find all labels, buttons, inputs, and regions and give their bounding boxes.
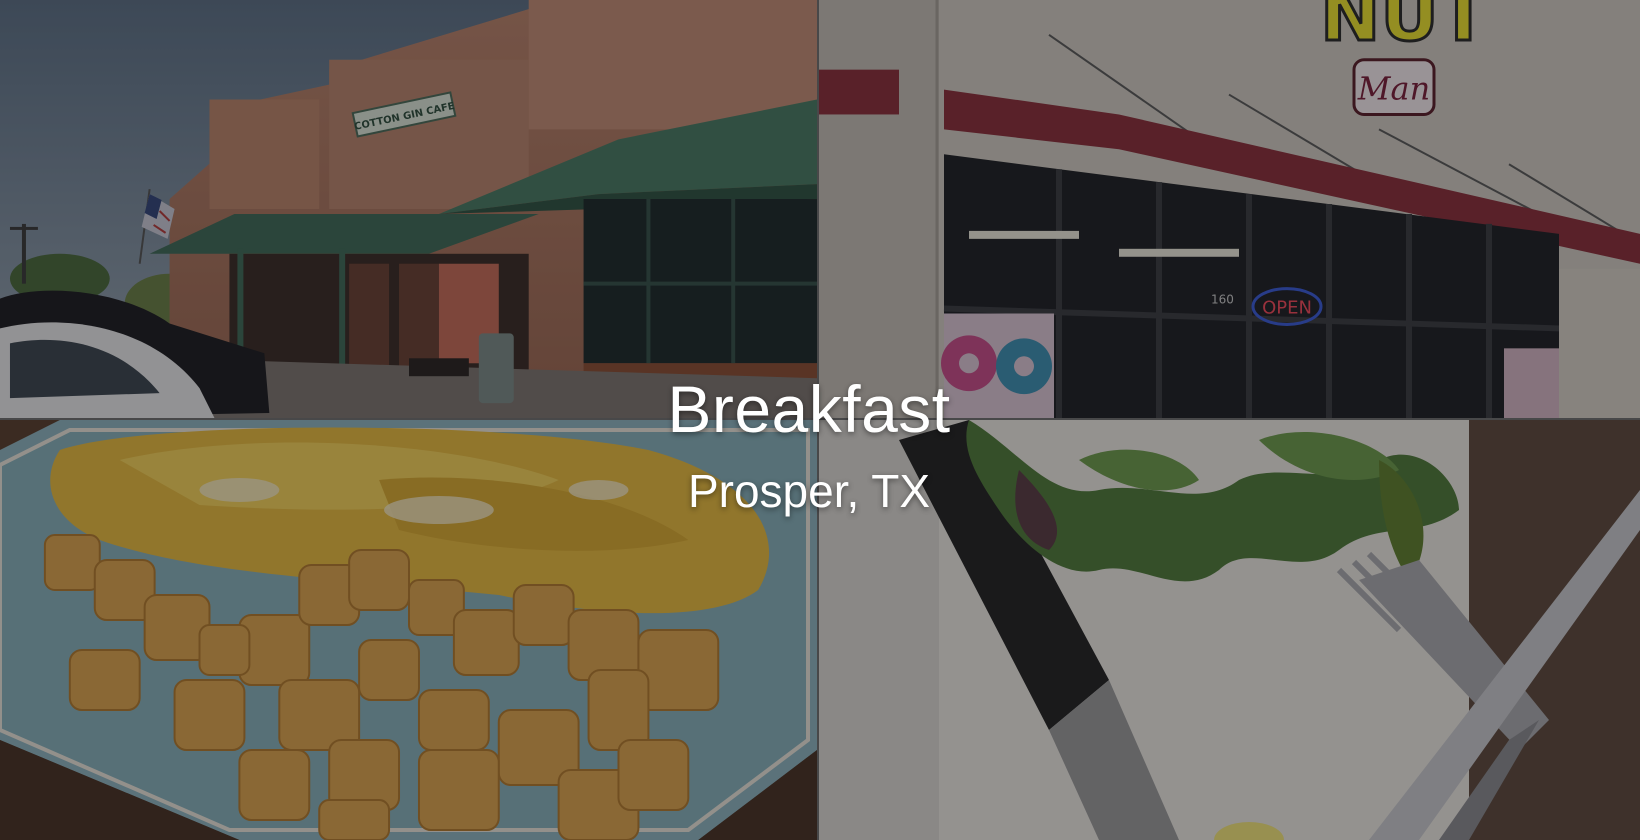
hero-title: Breakfast — [667, 372, 951, 446]
hero-subtitle: Prosper, TX — [687, 465, 931, 517]
hero-caption: Breakfast Prosper, TX — [0, 376, 1640, 514]
svg-text:OPEN: OPEN — [1262, 298, 1312, 319]
hero-banner: COTTON GIN CAFE NUT Man OPEN 160 Breakfa… — [0, 0, 1640, 840]
donut-shop-illustration: NUT Man OPEN 160 — [819, 0, 1640, 418]
svg-text:Man: Man — [1357, 70, 1430, 108]
storefront-illustration: COTTON GIN CAFE — [0, 0, 817, 418]
photo-cotton-gin-cafe-storefront: COTTON GIN CAFE — [0, 0, 819, 420]
photo-donut-shop-exterior: NUT Man OPEN 160 — [819, 0, 1640, 420]
svg-text:NUT: NUT — [1320, 0, 1488, 57]
svg-text:160: 160 — [1211, 293, 1234, 307]
